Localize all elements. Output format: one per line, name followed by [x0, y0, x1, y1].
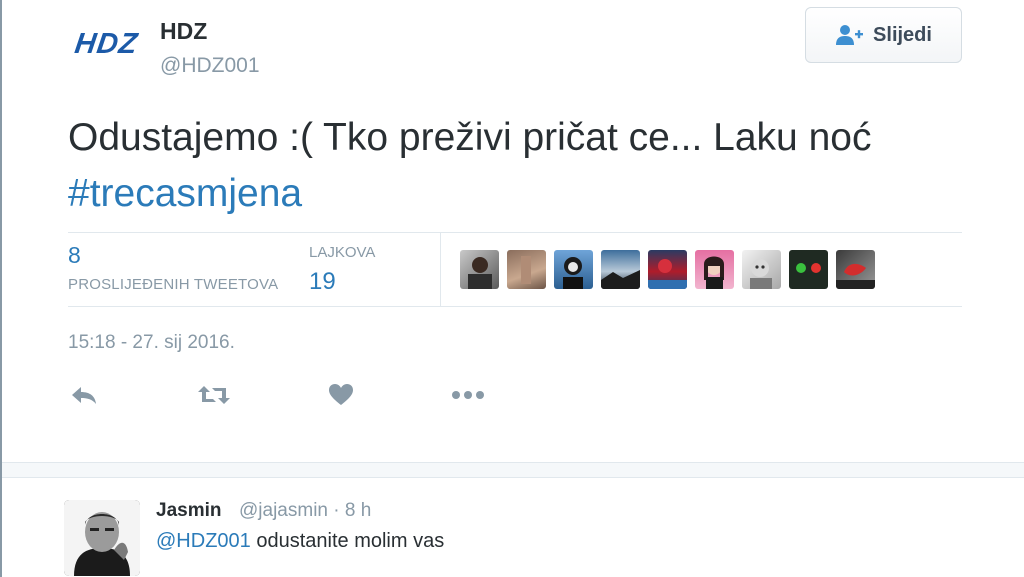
- hdz-logo: HDZ: [72, 27, 140, 60]
- retweets-label[interactable]: PROSLIJEĐENIH TWEETOVA: [68, 276, 278, 293]
- tweet-text: Odustajemo :( Tko preživi pričat ce... L…: [68, 110, 968, 222]
- reply-author-name[interactable]: Jasmin: [156, 500, 221, 522]
- follow-button-label: Slijedi: [873, 23, 932, 46]
- tweet-text-main: Odustajemo :( Tko preživi pričat ce... L…: [68, 116, 872, 159]
- liker-avatar[interactable]: [695, 250, 734, 289]
- reply-button[interactable]: [66, 378, 102, 412]
- reply-text-body: odustanite molim vas: [250, 530, 445, 552]
- stats-vertical-divider: [440, 233, 441, 306]
- reply-author-avatar[interactable]: [64, 500, 140, 576]
- stats-top-divider: [68, 232, 962, 233]
- reply-text: @HDZ001 odustanite molim vas: [156, 530, 444, 553]
- liker-avatar[interactable]: [601, 250, 640, 289]
- stats-bottom-divider: [68, 306, 962, 307]
- retweet-button[interactable]: [196, 378, 232, 412]
- tweet-timestamp[interactable]: 15:18 - 27. sij 2016.: [68, 332, 235, 354]
- more-icon: [452, 391, 484, 399]
- add-user-icon: [836, 25, 864, 45]
- liker-avatar[interactable]: [554, 250, 593, 289]
- reply-author-handle-time[interactable]: @jajasmin · 8 h: [239, 500, 371, 522]
- liker-avatar[interactable]: [648, 250, 687, 289]
- like-button[interactable]: [323, 378, 359, 412]
- hashtag-link[interactable]: #trecasmjena: [68, 172, 302, 215]
- author-avatar[interactable]: HDZ: [62, 4, 150, 84]
- like-icon: [329, 384, 353, 405]
- more-button[interactable]: [450, 378, 486, 412]
- likes-count[interactable]: 19: [309, 268, 336, 296]
- retweet-icon: [198, 386, 230, 404]
- liker-avatar[interactable]: [789, 250, 828, 289]
- liker-avatar[interactable]: [507, 250, 546, 289]
- likers-avatars: [460, 250, 875, 289]
- reply-mention-link[interactable]: @HDZ001: [156, 530, 251, 552]
- liker-avatar[interactable]: [460, 250, 499, 289]
- likes-label[interactable]: LAJKOVA: [309, 244, 375, 261]
- author-handle[interactable]: @HDZ001: [160, 54, 260, 78]
- follow-button[interactable]: Slijedi: [805, 7, 962, 63]
- reply-icon: [72, 387, 96, 404]
- replies-separator: [2, 462, 1024, 478]
- liker-avatar[interactable]: [742, 250, 781, 289]
- retweets-count[interactable]: 8: [68, 242, 81, 269]
- tweet-page: HDZ HDZ @HDZ001 Slijedi Odustajemo :( Tk…: [0, 0, 1024, 577]
- liker-avatar[interactable]: [836, 250, 875, 289]
- author-name[interactable]: HDZ: [160, 18, 207, 45]
